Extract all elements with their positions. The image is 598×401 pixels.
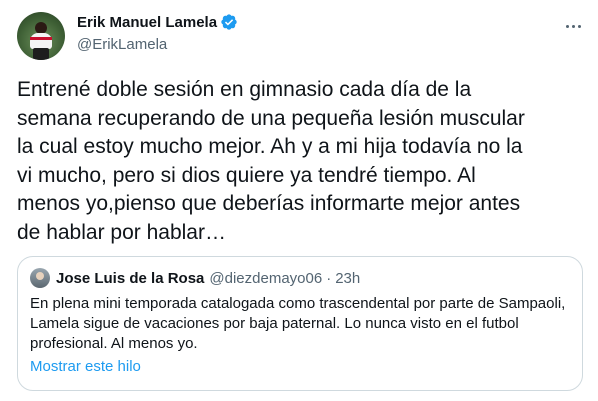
more-options-icon[interactable] <box>563 16 583 36</box>
more-dot <box>565 24 569 28</box>
quoted-author-name: Jose Luis de la Rosa <box>56 269 205 287</box>
verified-badge-icon <box>221 14 237 30</box>
separator-dot: · <box>326 269 332 287</box>
show-thread-link[interactable]: Mostrar este hilo <box>30 358 141 375</box>
quoted-tweet[interactable]: Jose Luis de la Rosa @diezdemayo06 · 23h… <box>17 256 583 391</box>
author-handle[interactable]: @ErikLamela <box>77 36 238 53</box>
quoted-tweet-time: 23h <box>335 269 361 287</box>
quoted-tweet-header: Jose Luis de la Rosa @diezdemayo06 · 23h <box>30 268 360 288</box>
quoted-author-handle: @diezdemayo06 <box>209 269 323 287</box>
more-dot <box>571 24 575 28</box>
author-info: Erik Manuel Lamela @ErikLamela <box>77 12 238 53</box>
author-name-line: Erik Manuel Lamela <box>77 12 238 32</box>
author-avatar[interactable] <box>17 12 65 60</box>
tweet-text: Entrené doble sesión en gimnasio cada dí… <box>17 78 525 244</box>
more-dot <box>577 24 581 28</box>
tweet-card: Erik Manuel Lamela @ErikLamela Entrené d… <box>0 0 598 401</box>
avatar-shorts <box>33 48 49 60</box>
author-display-name[interactable]: Erik Manuel Lamela <box>77 14 217 31</box>
avatar-shirt <box>30 33 52 49</box>
avatar-shirt-stripe <box>30 37 52 40</box>
quoted-author-avatar <box>30 268 50 288</box>
quoted-tweet-text: En plena mini temporada catalogada como … <box>30 295 566 352</box>
